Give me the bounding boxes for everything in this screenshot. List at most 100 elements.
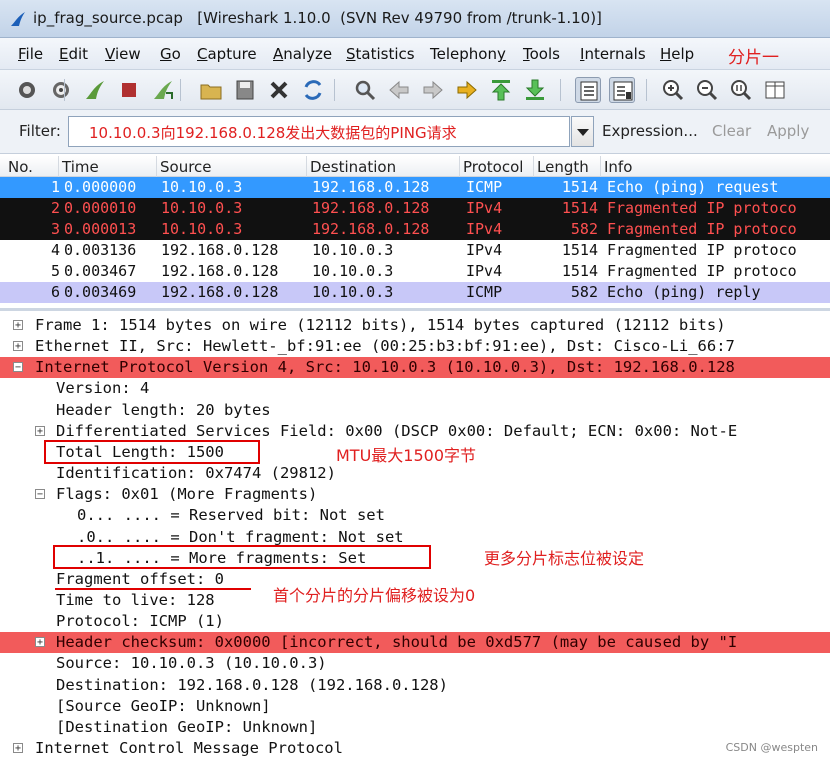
clear-button[interactable]: Clear [712, 122, 751, 140]
detail-tree-line[interactable]: + Internet Control Message Protocol [0, 738, 830, 759]
zoom-out-button[interactable] [694, 77, 720, 103]
detail-line-text: [Source GeoIP: Unknown] [56, 696, 271, 715]
offset-annotation: 首个分片的分片偏移被设为0 [273, 586, 476, 605]
go-forward-button[interactable] [420, 77, 446, 103]
column-header-info[interactable]: Info [604, 158, 632, 176]
menu-label: Telephon [430, 45, 497, 63]
menu-label: tatistics [355, 45, 415, 63]
detail-tree-line[interactable]: Source: 10.10.0.3 (10.10.0.3) [0, 653, 830, 674]
collapse-icon[interactable]: − [35, 489, 45, 500]
packet-row[interactable]: 5 0.003467 192.168.0.128 10.10.0.3 IPv4 1514 F… [0, 261, 830, 282]
go-last-button[interactable] [522, 77, 548, 103]
packet-cell-time: 0.003467 [64, 262, 137, 280]
expand-icon[interactable]: + [35, 637, 45, 648]
save-file-button[interactable] [232, 77, 258, 103]
stop-capture-button[interactable] [116, 77, 142, 103]
menu-capture[interactable]: Capture [197, 45, 257, 63]
column-divider[interactable] [306, 156, 307, 177]
interface-list-button[interactable] [14, 77, 40, 103]
menu-label: o [171, 45, 181, 63]
go-forward-icon [423, 80, 443, 100]
detail-tree-line[interactable]: − Flags: 0x01 (More Fragments) [0, 484, 830, 505]
normal-size-button[interactable] [728, 77, 754, 103]
packet-cell-protocol: ICMP [466, 283, 503, 301]
capture-options-button[interactable] [48, 77, 74, 103]
menu-mnemonic: G [160, 45, 172, 63]
start-capture-button[interactable] [82, 77, 108, 103]
detail-tree-line[interactable]: [Source GeoIP: Unknown] [0, 696, 830, 717]
detail-tree-line[interactable]: + Frame 1: 1514 bytes on wire (12112 bits… [0, 315, 830, 336]
detail-tree-line[interactable]: Destination: 192.168.0.128 (192.168.0.12… [0, 675, 830, 696]
menu-edit[interactable]: Edit [59, 45, 88, 63]
detail-tree-line[interactable]: + Header checksum: 0x0000 [incorrect, sho… [0, 632, 830, 654]
menu-go[interactable]: Go [160, 45, 181, 63]
reload-button[interactable] [300, 77, 326, 103]
menu-telephony[interactable]: Telephony [430, 45, 506, 63]
detail-tree-line[interactable]: Identification: 0x7474 (29812) [0, 463, 830, 484]
more-fragments-annotation: 更多分片标志位被设定 [484, 549, 645, 568]
menu-view[interactable]: View [105, 45, 141, 63]
detail-tree-line[interactable]: + Ethernet II, Src: Hewlett-_bf:91:ee (00… [0, 336, 830, 357]
packet-row[interactable]: 1 0.000000 10.10.0.3 192.168.0.128 ICMP 1514 E… [0, 177, 830, 198]
column-header-time[interactable]: Time [62, 158, 99, 176]
apply-button[interactable]: Apply [767, 122, 809, 140]
packet-row[interactable]: 2 0.000010 10.10.0.3 192.168.0.128 IPv4 1514 F… [0, 198, 830, 219]
column-header-no[interactable]: No. [8, 158, 33, 176]
packet-row[interactable]: 6 0.003469 192.168.0.128 10.10.0.3 ICMP 582 Ec… [0, 282, 830, 303]
collapse-icon[interactable]: − [13, 362, 23, 373]
go-back-button[interactable] [386, 77, 412, 103]
menu-statistics[interactable]: Statistics [346, 45, 415, 63]
go-to-packet-icon [457, 80, 477, 100]
auto-scroll-button[interactable] [609, 77, 635, 103]
packet-row[interactable]: 3 0.000013 10.10.0.3 192.168.0.128 IPv4 582 Fr… [0, 219, 830, 240]
detail-line-text: Ethernet II, Src: Hewlett-_bf:91:ee (00:… [35, 337, 735, 356]
packet-cell-info: Fragmented IP protoco [607, 262, 797, 280]
go-to-packet-button[interactable] [454, 77, 480, 103]
resize-columns-button[interactable] [762, 77, 788, 103]
detail-tree-line[interactable]: 0... .... = Reserved bit: Not set [0, 505, 830, 526]
packet-cell-source: 192.168.0.128 [161, 241, 279, 259]
menu-file[interactable]: File [18, 45, 43, 63]
detail-tree-line[interactable]: Header length: 20 bytes [0, 400, 830, 421]
detail-tree-line[interactable]: Version: 4 [0, 378, 830, 399]
column-divider[interactable] [533, 156, 534, 177]
menu-help[interactable]: Help [660, 45, 694, 63]
colorize-button[interactable] [575, 77, 601, 103]
packet-cell-no: 2 [50, 199, 60, 217]
window-title: ip_frag_source.pcap [Wireshark 1.10.0 (S… [33, 9, 602, 27]
column-header-source[interactable]: Source [160, 158, 212, 176]
expand-icon[interactable]: + [13, 341, 23, 352]
menu-tools[interactable]: Tools [523, 45, 560, 63]
column-divider[interactable] [600, 156, 601, 177]
menu-label: elp [671, 45, 695, 63]
menu-label: nternals [584, 45, 646, 63]
column-header-protocol[interactable]: Protocol [463, 158, 523, 176]
detail-tree-line[interactable]: Protocol: ICMP (1) [0, 611, 830, 632]
expand-icon[interactable]: + [13, 320, 23, 331]
column-header-length[interactable]: Length [537, 158, 589, 176]
filter-input[interactable]: 10.10.0.3向192.168.0.128发出大数据包的PING请求 [68, 116, 570, 147]
close-file-button[interactable] [266, 77, 292, 103]
menu-analyze[interactable]: Analyze [273, 45, 332, 63]
expand-icon[interactable]: + [13, 743, 23, 754]
detail-line-text: Source: 10.10.0.3 (10.10.0.3) [56, 654, 327, 673]
zoom-in-button[interactable] [660, 77, 686, 103]
detail-tree-line[interactable]: + Differentiated Services Field: 0x00 (DS… [0, 421, 830, 442]
packet-row[interactable]: 4 0.003136 192.168.0.128 10.10.0.3 IPv4 1514 F… [0, 240, 830, 261]
open-file-button[interactable] [198, 77, 224, 103]
detail-tree-line[interactable]: [Destination GeoIP: Unknown] [0, 717, 830, 738]
expand-icon[interactable]: + [35, 425, 45, 436]
column-header-destination[interactable]: Destination [310, 158, 396, 176]
menu-internals[interactable]: Internals [580, 45, 646, 63]
column-divider[interactable] [459, 156, 460, 177]
menu-mnemonic: C [197, 45, 208, 63]
go-first-button[interactable] [488, 77, 514, 103]
column-divider[interactable] [58, 156, 59, 177]
find-packet-button[interactable] [352, 77, 378, 103]
detail-tree-line[interactable]: − Internet Protocol Version 4, Src: 10.10… [0, 357, 830, 379]
packet-cell-protocol: ICMP [466, 178, 503, 196]
column-divider[interactable] [156, 156, 157, 177]
expression-button[interactable]: Expression... [602, 122, 698, 140]
restart-capture-button[interactable] [150, 77, 176, 103]
filter-dropdown-button[interactable] [571, 116, 594, 147]
